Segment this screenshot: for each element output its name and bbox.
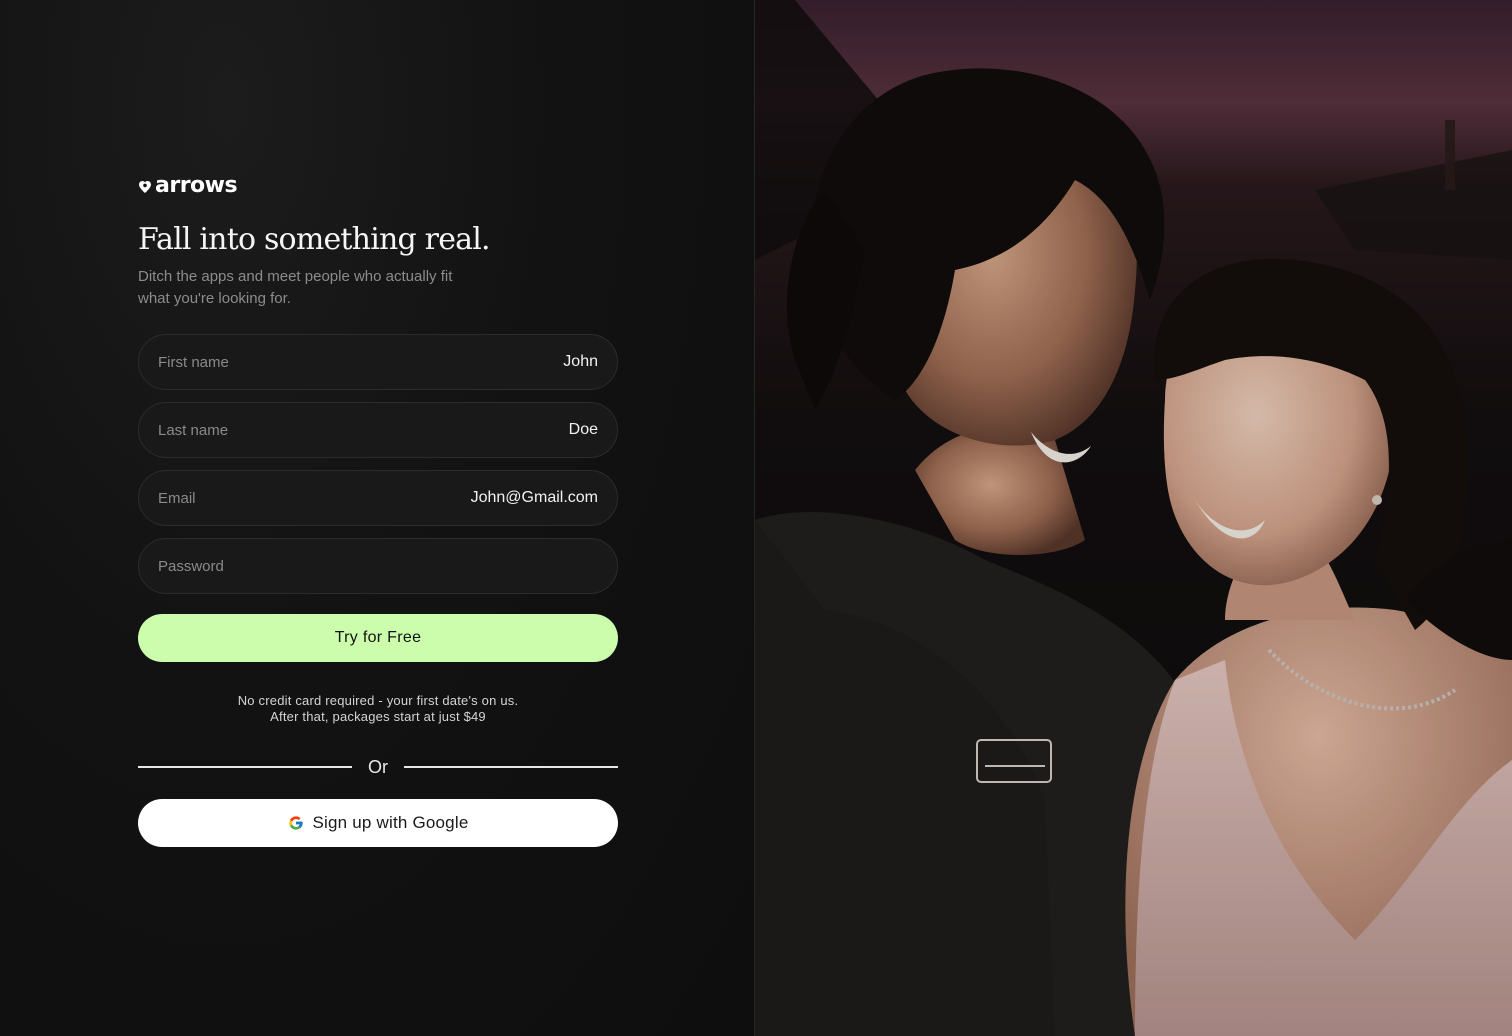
password-input[interactable] xyxy=(235,557,598,575)
signup-form: arrows Fall into something real. Ditch t… xyxy=(138,174,618,847)
email-input[interactable] xyxy=(207,489,598,507)
divider-line-left xyxy=(138,766,352,768)
last-name-input[interactable] xyxy=(240,421,598,439)
or-divider: Or xyxy=(138,755,618,779)
last-name-field[interactable]: Last name xyxy=(138,402,618,458)
heart-pin-icon xyxy=(139,181,151,193)
google-signup-button[interactable]: Sign up with Google xyxy=(138,799,618,847)
page-subtitle: Ditch the apps and meet people who actua… xyxy=(138,268,453,307)
pricing-note-line-2: After that, packages start at just $49 xyxy=(270,709,486,724)
pricing-note: No credit card required - your first dat… xyxy=(138,693,618,725)
email-label: Email xyxy=(158,489,196,507)
page-title: Fall into something real. xyxy=(138,222,491,257)
password-label: Password xyxy=(158,557,224,575)
password-field[interactable]: Password xyxy=(138,538,618,594)
form-fields: First name Last name Email Password xyxy=(138,334,618,594)
divider-text: Or xyxy=(368,756,388,777)
first-name-input[interactable] xyxy=(240,353,598,371)
divider-line-right xyxy=(404,766,618,768)
pricing-note-line-1: No credit card required - your first dat… xyxy=(237,693,519,708)
signup-panel: arrows Fall into something real. Ditch t… xyxy=(0,0,755,1036)
email-field[interactable]: Email xyxy=(138,470,618,526)
hero-photo-panel xyxy=(755,0,1512,1036)
first-name-label: First name xyxy=(158,353,229,371)
first-name-field[interactable]: First name xyxy=(138,334,618,390)
google-icon xyxy=(288,816,303,830)
last-name-label: Last name xyxy=(158,421,229,439)
signup-page: arrows Fall into something real. Ditch t… xyxy=(0,0,1512,1036)
brand-logo[interactable]: arrows xyxy=(138,174,618,198)
brand-name: arrows xyxy=(155,173,238,198)
couple-photo xyxy=(755,0,1512,1036)
try-for-free-button[interactable]: Try for Free xyxy=(138,614,618,662)
google-signup-label: Sign up with Google xyxy=(312,813,469,832)
